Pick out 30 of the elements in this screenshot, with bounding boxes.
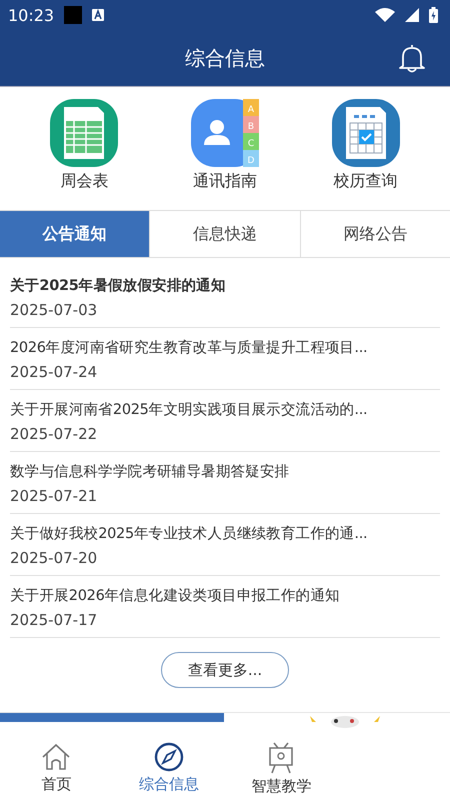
page-title: 综合信息 bbox=[185, 44, 265, 72]
home-icon bbox=[41, 742, 72, 772]
notice-title[interactable]: 2026年度河南省研究生教育改革与质量提升工程项目... bbox=[10, 338, 440, 357]
notice-title[interactable]: 关于做好我校2025年专业技术人员继续教育工作的通... bbox=[10, 524, 440, 543]
nav-item[interactable]: 智慧教学 bbox=[225, 742, 338, 796]
more-button[interactable]: 查看更多... bbox=[161, 652, 289, 688]
notice-date: 2025-07-17 bbox=[10, 611, 98, 629]
notice-date: 2025-07-20 bbox=[10, 549, 98, 567]
signal-icon bbox=[405, 8, 419, 22]
shortcut-label[interactable]: 通讯指南 bbox=[192, 171, 257, 192]
shortcut-label[interactable]: 周会表 bbox=[60, 171, 108, 192]
tab[interactable]: 公告通知 bbox=[0, 211, 150, 257]
notice-date: 2025-07-22 bbox=[10, 425, 98, 443]
clock: 10:23 bbox=[8, 6, 54, 24]
battery-icon bbox=[429, 7, 438, 23]
notice-title[interactable]: 关于开展河南省2025年文明实践项目展示交流活动的... bbox=[10, 400, 440, 419]
keyboard-icon bbox=[92, 9, 104, 21]
compass-icon bbox=[154, 742, 184, 772]
notice-date: 2025-07-21 bbox=[10, 487, 98, 505]
notice-title[interactable]: 数学与信息科学学院考研辅导暑期答疑安排 bbox=[10, 462, 440, 481]
nav-item[interactable]: 首页 bbox=[0, 742, 112, 796]
calendar-icon[interactable] bbox=[330, 97, 402, 169]
notice-date: 2025-07-24 bbox=[10, 363, 98, 381]
notice-title[interactable]: 关于开展2026年信息化建设类项目申报工作的通知 bbox=[10, 586, 440, 605]
nav-item[interactable]: 综合信息 bbox=[112, 742, 225, 796]
bell-icon[interactable] bbox=[398, 43, 426, 73]
shortcut-label[interactable]: 校历查询 bbox=[334, 171, 398, 192]
notice-title[interactable]: 关于2025年暑假放假安排的通知 bbox=[10, 276, 440, 295]
wifi-icon bbox=[375, 8, 395, 22]
notice-date: 2025-07-03 bbox=[10, 301, 98, 319]
